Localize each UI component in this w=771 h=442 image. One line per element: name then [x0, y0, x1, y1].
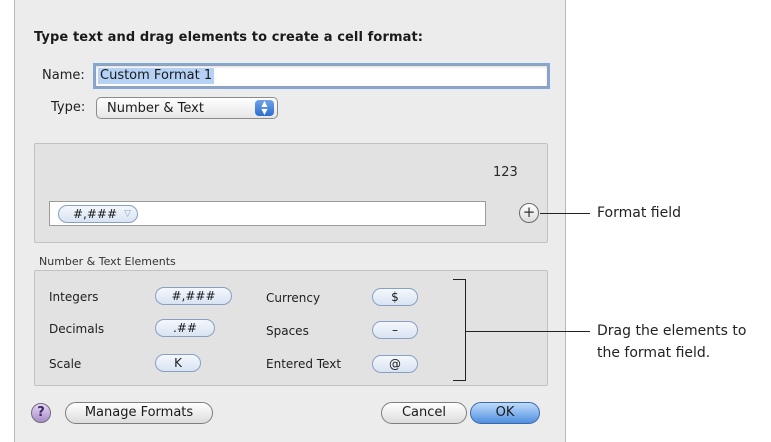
bracket-bottom — [453, 380, 466, 381]
element-label-scale: Scale — [49, 357, 82, 371]
elements-section-label: Number & Text Elements — [39, 255, 176, 268]
cell-format-dialog: Type text and drag elements to create a … — [14, 0, 566, 442]
drag-callout-line-1: Drag the elements to — [597, 323, 747, 339]
element-label-integers: Integers — [49, 290, 99, 304]
format-panel — [34, 143, 548, 243]
element-label-decimals: Decimals — [49, 322, 105, 336]
name-field[interactable]: Custom Format 1 — [95, 65, 548, 87]
cancel-button[interactable]: Cancel — [381, 402, 467, 424]
type-value: Number & Text — [107, 101, 204, 116]
drag-callout-line — [466, 331, 590, 332]
element-token-decimals[interactable]: .## — [155, 319, 215, 337]
element-label-currency: Currency — [266, 291, 321, 305]
format-token[interactable]: #,### ▽ — [58, 205, 138, 223]
dialog-heading: Type text and drag elements to create a … — [34, 30, 424, 45]
ok-button[interactable]: OK — [470, 402, 540, 424]
element-label-spaces: Spaces — [266, 324, 309, 338]
element-token-currency[interactable]: $ — [372, 288, 418, 306]
drag-callout-line-2: the format field. — [597, 345, 711, 361]
format-field-callout: Format field — [597, 205, 681, 221]
element-token-spaces[interactable]: – — [372, 321, 418, 339]
manage-formats-button[interactable]: Manage Formats — [65, 402, 213, 424]
format-token-text: #,### — [73, 207, 118, 221]
bracket-vertical — [465, 279, 466, 381]
type-popup[interactable]: Number & Text ▲ ▼ — [96, 97, 278, 119]
name-label: Name: — [42, 68, 85, 83]
element-token-scale[interactable]: K — [155, 354, 201, 372]
popup-arrows-icon: ▲ ▼ — [255, 100, 274, 116]
type-label: Type: — [51, 100, 86, 115]
format-field-callout-line — [540, 213, 590, 214]
chevron-down-icon[interactable]: ▽ — [124, 206, 131, 222]
help-icon[interactable]: ? — [31, 403, 51, 423]
element-token-entered-text[interactable]: @ — [372, 355, 418, 373]
drag-callout: Drag the elements to the format field. — [597, 320, 746, 364]
add-icon[interactable]: + — [519, 203, 539, 223]
element-token-integers[interactable]: #,### — [155, 287, 232, 305]
name-value: Custom Format 1 — [98, 68, 215, 84]
element-label-entered-text: Entered Text — [266, 357, 342, 371]
format-preview: 123 — [493, 165, 518, 180]
